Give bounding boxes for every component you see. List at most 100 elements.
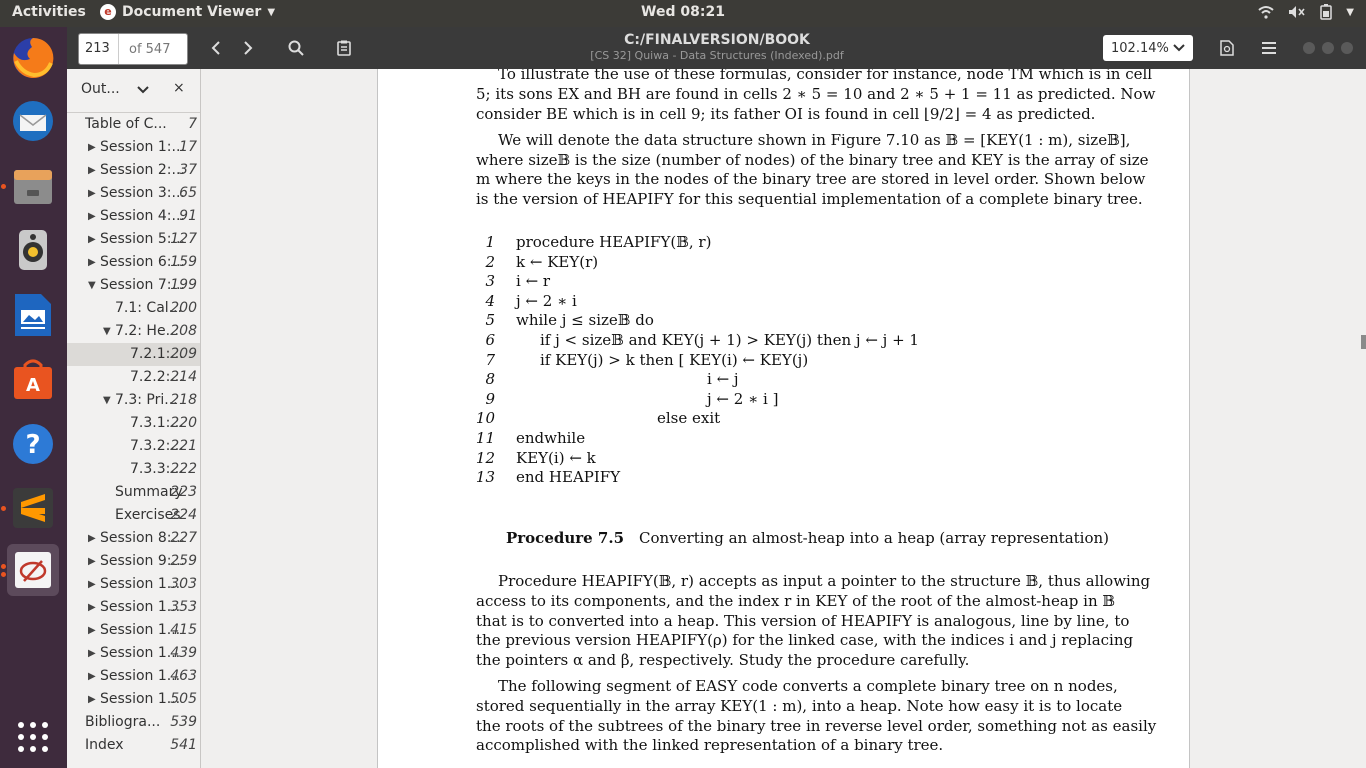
outline-item[interactable]: ▶ Session 3:... 65 [67, 182, 200, 205]
activities-button[interactable]: Activities [12, 4, 86, 20]
minimize-button[interactable] [1303, 42, 1315, 54]
expander-collapsed-icon[interactable]: ▶ [88, 159, 96, 182]
paragraph-line: the pointers α and β, respectively. Stud… [476, 651, 970, 669]
sidebar-mode-selector[interactable]: Out... [81, 81, 120, 97]
search-button[interactable] [281, 33, 311, 63]
expander-expanded-icon[interactable]: ▼ [103, 389, 111, 412]
outline-item[interactable]: ▶ Session 1... 505 [67, 688, 200, 711]
app-menu[interactable]: e Document Viewer ▼ [100, 4, 275, 20]
thunderbird-launcher[interactable] [7, 95, 59, 147]
expander-collapsed-icon[interactable]: ▶ [88, 527, 96, 550]
zoom-selector[interactable]: 102.14% [1103, 35, 1193, 61]
rhythmbox-launcher[interactable] [7, 224, 59, 276]
system-tray[interactable]: ▼ [1258, 4, 1354, 20]
outline-item-page: 415 [170, 622, 197, 638]
expander-collapsed-icon[interactable]: ▶ [88, 182, 96, 205]
annotations-button[interactable] [329, 33, 359, 63]
outline-item[interactable]: ▶ Session 4:... 91 [67, 205, 200, 228]
document-viewer-launcher[interactable] [7, 544, 59, 596]
outline-item[interactable]: Table of C... 7 [67, 113, 200, 136]
sublime-launcher[interactable] [7, 482, 59, 534]
outline-item-label: Session 1... [100, 668, 181, 684]
software-launcher[interactable]: A [7, 353, 59, 405]
scrollbar-indicator[interactable] [1361, 335, 1366, 349]
expander-expanded-icon[interactable]: ▼ [88, 274, 96, 297]
outline-item-label: Session 1... [100, 645, 181, 661]
document-area[interactable]: To illustrate the use of these formulas,… [201, 69, 1366, 768]
outline-item-page: 439 [170, 645, 197, 661]
writer-launcher[interactable] [7, 289, 59, 341]
outline-item[interactable]: 7.3.1:... 220 [67, 412, 200, 435]
outline-item[interactable]: 7.1: Cal... 200 [67, 297, 200, 320]
paragraph-line: accomplished with the linked representat… [476, 736, 944, 754]
code-line-number: 10 [475, 409, 495, 428]
firefox-launcher[interactable] [7, 32, 59, 84]
outline-item[interactable]: ▼ 7.2: He... 208 [67, 320, 200, 343]
outline-item-page: 209 [170, 346, 197, 362]
outline-item-page: 220 [170, 415, 197, 431]
close-window-button[interactable] [1341, 42, 1353, 54]
paragraph-line: consider BE which is in cell 9; its fath… [476, 105, 1096, 123]
files-launcher[interactable] [7, 160, 59, 212]
show-applications-button[interactable] [7, 711, 59, 763]
main-menu-button[interactable] [1254, 33, 1284, 63]
code-line-number: 12 [475, 448, 495, 467]
code-line: j ← 2 ∗ i [516, 291, 577, 310]
outline-item-page: 222 [170, 461, 197, 477]
outline-item[interactable]: ▶ Session 1... 353 [67, 596, 200, 619]
close-sidebar-icon[interactable]: × [173, 80, 185, 96]
code-line: i ← r [516, 272, 551, 291]
outline-item-page: 37 [179, 162, 197, 178]
paragraph-line: the previous version HEAPIFY(ρ) for the … [476, 631, 1134, 649]
expander-collapsed-icon[interactable]: ▶ [88, 688, 96, 711]
outline-item[interactable]: ▶ Session 6:... 159 [67, 251, 200, 274]
outline-item[interactable]: Bibliogra... 539 [67, 711, 200, 734]
expander-collapsed-icon[interactable]: ▶ [88, 550, 96, 573]
outline-item[interactable]: 7.3.2:... 221 [67, 435, 200, 458]
expander-collapsed-icon[interactable]: ▶ [88, 251, 96, 274]
wifi-icon [1258, 6, 1274, 19]
help-launcher[interactable]: ? [7, 418, 59, 470]
outline-item[interactable]: 7.3.3:... 222 [67, 458, 200, 481]
document-title: C:/FINALVERSION/BOOK [624, 32, 810, 48]
outline-item[interactable]: ▶ Session 5:... 127 [67, 228, 200, 251]
paragraph-line: where size𝔹 is the size (number of nodes… [476, 151, 1149, 169]
outline-item[interactable]: ▶ Session 1... 463 [67, 665, 200, 688]
outline-item[interactable]: ▶ Session 1... 303 [67, 573, 200, 596]
document-search-icon [1220, 40, 1234, 56]
outline-item[interactable]: ▶ Session 9:... 259 [67, 550, 200, 573]
chevron-down-icon[interactable] [137, 85, 149, 95]
expander-collapsed-icon[interactable]: ▶ [88, 573, 96, 596]
expander-collapsed-icon[interactable]: ▶ [88, 642, 96, 665]
outline-item-page: 214 [170, 369, 197, 385]
outline-item[interactable]: ▶ Session 1... 415 [67, 619, 200, 642]
outline-item[interactable]: ▶ Session 8:... 227 [67, 527, 200, 550]
outline-item[interactable]: Summary 223 [67, 481, 200, 504]
expander-collapsed-icon[interactable]: ▶ [88, 596, 96, 619]
expander-collapsed-icon[interactable]: ▶ [88, 228, 96, 251]
app-name: Document Viewer [122, 4, 262, 20]
outline-sidebar: Out... × Table of C... 7 ▶ Session 1:... 17 ▶… [67, 69, 201, 768]
expander-collapsed-icon[interactable]: ▶ [88, 665, 96, 688]
next-page-button[interactable] [233, 33, 263, 63]
expander-collapsed-icon[interactable]: ▶ [88, 205, 96, 228]
expander-collapsed-icon[interactable]: ▶ [88, 136, 96, 159]
code-line-number: 5 [485, 311, 495, 330]
outline-item[interactable]: Index 541 [67, 734, 200, 757]
outline-item[interactable]: ▶ Session 1:... 17 [67, 136, 200, 159]
outline-item[interactable]: ▼ Session 7:... 199 [67, 274, 200, 297]
outline-item[interactable]: Exercises 224 [67, 504, 200, 527]
outline-item[interactable]: ▶ Session 2:... 37 [67, 159, 200, 182]
outline-item[interactable]: 7.2.1:... 209 [67, 343, 200, 366]
previous-page-button[interactable] [201, 33, 231, 63]
document-properties-button[interactable] [1212, 33, 1242, 63]
paragraph-line: We will denote the data structure shown … [498, 131, 1131, 149]
outline-item[interactable]: ▼ 7.3: Pri... 218 [67, 389, 200, 412]
page-number-input[interactable]: 213 [79, 34, 119, 64]
expander-collapsed-icon[interactable]: ▶ [88, 619, 96, 642]
maximize-button[interactable] [1322, 42, 1334, 54]
expander-expanded-icon[interactable]: ▼ [103, 320, 111, 343]
outline-item-page: 353 [170, 599, 197, 615]
outline-item[interactable]: 7.2.2:... 214 [67, 366, 200, 389]
outline-item[interactable]: ▶ Session 1... 439 [67, 642, 200, 665]
